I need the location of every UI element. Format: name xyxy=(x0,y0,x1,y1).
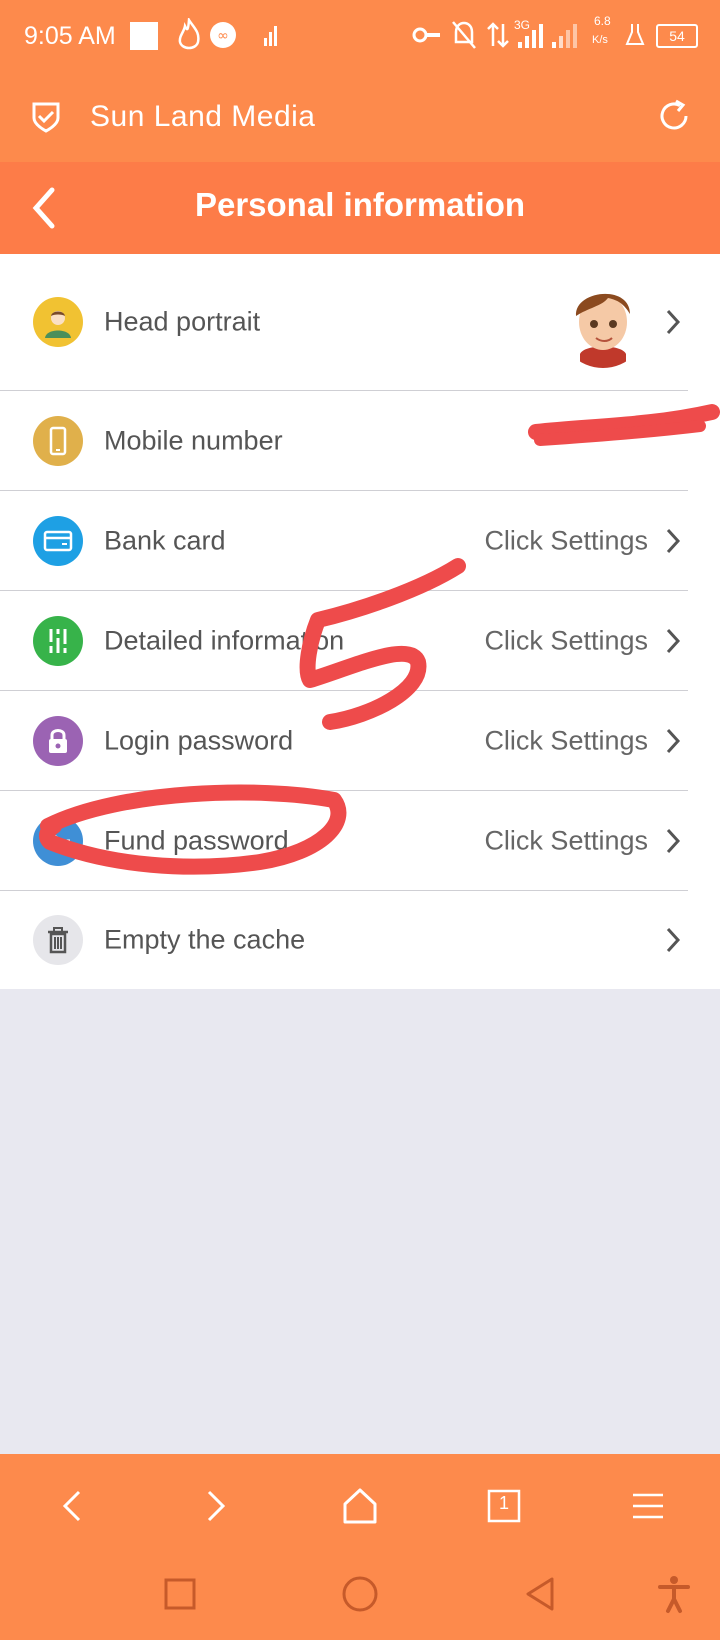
status-bar: 9:05 AM ∞ 3G 6.8 K/s 54 xyxy=(0,0,720,76)
row-label: Empty the cache xyxy=(104,924,306,955)
square-icon xyxy=(164,1578,196,1610)
chevron-right-icon xyxy=(666,528,681,553)
row-empty-cache[interactable]: Empty the cache xyxy=(0,891,688,989)
flask-icon xyxy=(625,24,645,45)
row-label: Login password xyxy=(104,725,294,755)
no-signal-icon xyxy=(264,26,277,46)
home-icon xyxy=(343,1488,377,1524)
row-value: Click Settings xyxy=(484,825,648,855)
net-speed: 6.8 xyxy=(594,14,611,28)
chevron-right-icon xyxy=(666,728,681,753)
row-bank-card[interactable]: Bank card Click Settings xyxy=(0,491,688,591)
phone-icon xyxy=(33,415,83,466)
link-circle-icon: ∞ xyxy=(210,22,236,48)
browser-title: Sun Land Media xyxy=(90,100,316,133)
browser-menu-button[interactable] xyxy=(618,1476,678,1536)
chevron-right-icon xyxy=(666,828,681,853)
recents-button[interactable] xyxy=(150,1564,210,1624)
row-detailed-information[interactable]: Detailed information Click Settings xyxy=(0,591,688,691)
accessibility-icon xyxy=(658,1576,690,1613)
settings-list: Head portrait Mobile number Bank card Cl… xyxy=(0,254,720,989)
sliders-icon xyxy=(33,615,83,666)
page-title: Personal information xyxy=(194,186,526,223)
shield-check-icon xyxy=(32,102,60,133)
mute-bell-icon xyxy=(452,21,476,49)
browser-home-button[interactable] xyxy=(330,1476,390,1536)
bank-card-icon xyxy=(33,515,83,566)
row-head-portrait[interactable]: Head portrait xyxy=(0,254,688,391)
row-label: Bank card xyxy=(104,525,226,555)
browser-bar: Sun Land Media xyxy=(0,76,720,162)
data-transfer-icon xyxy=(487,22,509,48)
trash-icon xyxy=(33,915,83,965)
system-home-button[interactable] xyxy=(330,1564,390,1624)
person-icon xyxy=(33,297,83,347)
flame-icon xyxy=(178,18,200,50)
chevron-right-icon xyxy=(666,309,681,335)
row-fund-password[interactable]: Fund password Click Settings xyxy=(0,791,688,891)
row-value: Click Settings xyxy=(484,525,648,555)
row-login-password[interactable]: Login password Click Settings xyxy=(0,691,688,791)
triangle-back-icon xyxy=(526,1577,554,1611)
page-header: Personal information xyxy=(0,162,720,254)
row-label: Head portrait xyxy=(104,306,261,337)
refresh-icon[interactable] xyxy=(656,98,692,134)
browser-back-button[interactable] xyxy=(42,1476,102,1536)
chevron-right-icon xyxy=(666,927,681,953)
row-label: Mobile number xyxy=(104,425,283,455)
notification-square-icon xyxy=(130,22,158,50)
avatar[interactable] xyxy=(558,276,648,368)
svg-text:∞: ∞ xyxy=(217,28,229,44)
menu-icon xyxy=(633,1493,663,1519)
net-speed-unit: K/s xyxy=(592,34,608,46)
browser-tabs-button[interactable]: 1 xyxy=(474,1476,534,1536)
row-value: Click Settings xyxy=(484,625,648,655)
lock-icon xyxy=(33,715,83,766)
signal-icon xyxy=(518,24,577,48)
battery-level: 54 xyxy=(656,24,698,48)
key-icon xyxy=(33,815,83,866)
chevron-right-icon xyxy=(207,1490,226,1522)
system-back-button[interactable] xyxy=(510,1564,570,1624)
row-label: Fund password xyxy=(104,825,289,855)
status-time: 9:05 AM xyxy=(24,22,116,50)
vpn-key-icon xyxy=(412,27,440,43)
browser-forward-button[interactable] xyxy=(186,1476,246,1536)
chevron-right-icon xyxy=(666,628,681,653)
row-mobile-number[interactable]: Mobile number xyxy=(0,391,688,491)
row-value: Click Settings xyxy=(484,725,648,755)
chevron-left-icon xyxy=(62,1490,81,1522)
row-label: Detailed information xyxy=(104,625,345,655)
circle-icon xyxy=(342,1576,378,1612)
tab-count: 1 xyxy=(498,1493,509,1513)
bottom-nav: 1 xyxy=(0,1454,720,1640)
accessibility-button[interactable] xyxy=(644,1564,704,1624)
